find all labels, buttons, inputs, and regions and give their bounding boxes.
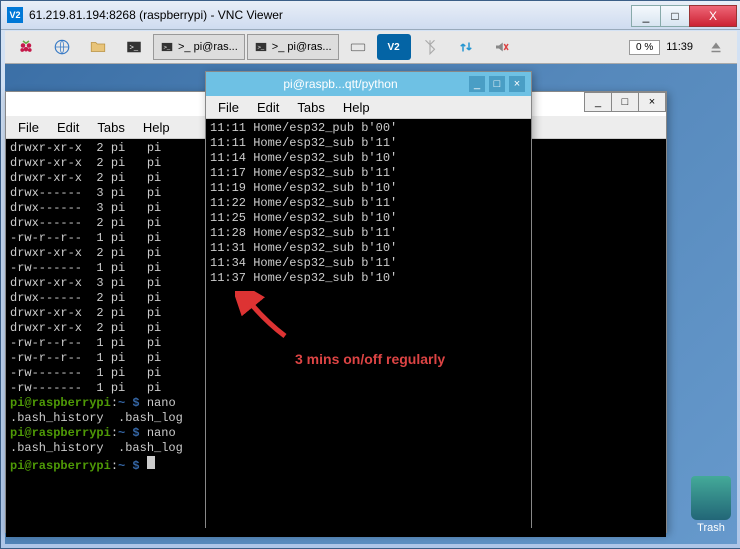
menu-help[interactable]: Help xyxy=(135,118,178,137)
maximize-button[interactable]: □ xyxy=(660,5,690,27)
desktop[interactable]: >_ >_>_ pi@ras... >_>_ pi@ras... V2 0 % … xyxy=(5,31,737,544)
vnc-server-icon[interactable]: V2 xyxy=(377,34,411,60)
clock[interactable]: 11:39 xyxy=(662,41,697,53)
annotation-arrow xyxy=(235,291,295,341)
front-minimize-button[interactable]: _ xyxy=(469,76,485,92)
terminal-front-menubar: File Edit Tabs Help xyxy=(206,96,531,119)
back-close-button[interactable]: × xyxy=(638,92,666,112)
menu-tabs[interactable]: Tabs xyxy=(289,98,332,117)
trash[interactable]: Trash xyxy=(691,476,731,534)
desktop-taskbar: >_ >_>_ pi@ras... >_>_ pi@ras... V2 0 % … xyxy=(5,31,737,64)
taskbar-task-1-label: >_ pi@ras... xyxy=(178,41,238,53)
volume-icon[interactable] xyxy=(485,34,519,60)
back-maximize-button[interactable]: □ xyxy=(611,92,639,112)
trash-icon xyxy=(691,476,731,520)
terminal-front-title: pi@raspb...qtt/python xyxy=(212,77,469,91)
keyboard-icon[interactable] xyxy=(341,34,375,60)
menu-edit[interactable]: Edit xyxy=(249,98,287,117)
web-browser-icon[interactable] xyxy=(45,34,79,60)
terminal-icon[interactable]: >_ xyxy=(117,34,151,60)
minimize-button[interactable]: _ xyxy=(631,5,661,27)
file-manager-icon[interactable] xyxy=(81,34,115,60)
svg-text:>_: >_ xyxy=(130,42,139,51)
menu-help[interactable]: Help xyxy=(335,98,378,117)
network-icon[interactable] xyxy=(449,34,483,60)
menu-file[interactable]: File xyxy=(210,98,247,117)
menu-edit[interactable]: Edit xyxy=(49,118,87,137)
vnc-icon: V2 xyxy=(7,7,23,23)
terminal-front-titlebar[interactable]: pi@raspb...qtt/python _ □ × xyxy=(206,72,531,96)
window-title: 61.219.81.194:8268 (raspberrypi) - VNC V… xyxy=(29,8,632,22)
window-titlebar: V2 61.219.81.194:8268 (raspberrypi) - VN… xyxy=(1,1,740,30)
menu-tabs[interactable]: Tabs xyxy=(89,118,132,137)
raspberry-menu-icon[interactable] xyxy=(9,34,43,60)
front-close-button[interactable]: × xyxy=(509,76,525,92)
trash-label: Trash xyxy=(691,522,731,534)
menu-file[interactable]: File xyxy=(10,118,47,137)
annotation-text: 3 mins on/off regularly xyxy=(295,351,445,367)
vnc-viewport: >_ >_>_ pi@ras... >_>_ pi@ras... V2 0 % … xyxy=(5,31,737,544)
front-maximize-button[interactable]: □ xyxy=(489,76,505,92)
bluetooth-icon[interactable] xyxy=(413,34,447,60)
back-minimize-button[interactable]: _ xyxy=(584,92,612,112)
taskbar-task-1[interactable]: >_ >_ pi@ras... xyxy=(153,34,245,60)
taskbar-task-2-label: >_ pi@ras... xyxy=(272,41,332,53)
taskbar-task-2[interactable]: >_ >_ pi@ras... xyxy=(247,34,339,60)
zoom-indicator[interactable]: 0 % xyxy=(629,40,660,55)
svg-text:>_: >_ xyxy=(164,45,171,51)
close-button[interactable]: X xyxy=(689,5,737,27)
svg-text:>_: >_ xyxy=(257,45,264,51)
cursor xyxy=(147,456,155,469)
eject-icon[interactable] xyxy=(699,34,733,60)
